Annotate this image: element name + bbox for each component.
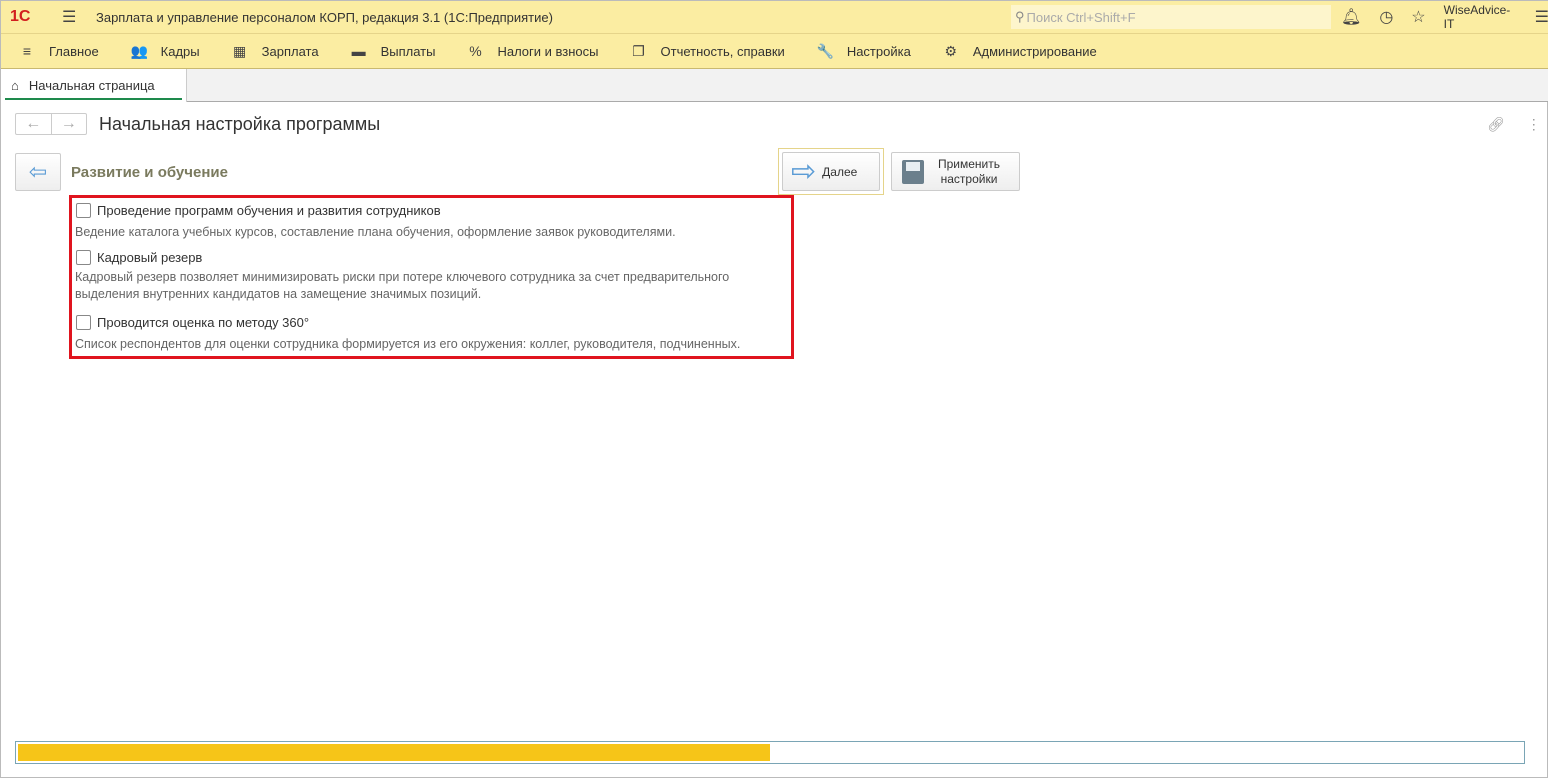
option-training[interactable]: Проведение программ обучения и развития …	[76, 203, 441, 218]
history-nav: ← →	[15, 113, 87, 135]
star-icon[interactable]: ☆	[1411, 7, 1425, 27]
users-icon: 👥	[130, 42, 149, 59]
settings-menu-icon[interactable]: ☰	[1535, 7, 1548, 27]
checkbox[interactable]	[76, 203, 91, 218]
checkbox[interactable]	[76, 315, 91, 330]
menu-item-settings[interactable]: 🔧 Настройка	[817, 43, 911, 60]
menu-item-payments[interactable]: ▬ Выплаты	[351, 43, 436, 59]
wrench-icon: 🔧	[816, 42, 835, 59]
option-personnel-reserve[interactable]: Кадровый резерв	[76, 250, 202, 265]
page-title: Начальная настройка программы	[99, 114, 381, 134]
forward-nav-button[interactable]: →	[52, 114, 87, 134]
title-bar: 1С ☰ Зарплата и управление персоналом КО…	[1, 1, 1548, 33]
next-button[interactable]: ⇨ Далее	[782, 152, 880, 191]
menu-item-admin[interactable]: ⚙ Администрирование	[943, 43, 1097, 60]
documents-icon: ❐	[632, 42, 645, 59]
menu-item-salary[interactable]: ▦ Зарплата	[232, 43, 319, 60]
setup-progress-bar	[15, 741, 1525, 764]
tab-bar: ⌂ Начальная страница	[1, 69, 1548, 102]
bell-icon[interactable]: 🔔︎	[1341, 7, 1361, 27]
user-name[interactable]: WiseAdvice-IT	[1444, 3, 1517, 31]
1c-logo: 1С	[10, 8, 31, 25]
app-title: Зарплата и управление персоналом КОРП, р…	[96, 9, 553, 25]
arrow-left-icon: ⇦	[28, 159, 48, 184]
link-icon[interactable]: 🔗︎	[1487, 116, 1505, 133]
section-title: Развитие и обучение	[71, 164, 228, 181]
gear-icon: ⚙	[944, 42, 958, 59]
search-icon: ⚲	[1015, 9, 1025, 24]
progress-fill	[18, 744, 770, 761]
wallet-icon: ▬	[351, 43, 366, 59]
option-360-evaluation[interactable]: Проводится оценка по методу 360°	[76, 315, 309, 330]
option-description: Список респондентов для оценки сотрудник…	[75, 337, 741, 351]
home-icon: ⌂	[11, 78, 19, 93]
list-icon: ≡	[22, 43, 32, 59]
percent-icon: %	[469, 43, 482, 59]
calculator-icon: ▦	[233, 42, 247, 59]
main-menu-icon[interactable]: ☰	[62, 7, 76, 27]
apply-settings-button[interactable]: Применить настройки	[891, 152, 1020, 191]
checkbox[interactable]	[76, 250, 91, 265]
section-menu: ≡ Главное 👥 Кадры ▦ Зарплата ▬ Выплаты % Нало…	[1, 33, 1548, 69]
history-icon[interactable]: ◷	[1379, 7, 1393, 27]
menu-item-taxes[interactable]: % Налоги и взносы	[467, 43, 598, 59]
menu-item-main[interactable]: ≡ Главное	[19, 43, 99, 59]
arrow-right-icon: ⇨	[791, 155, 817, 188]
more-icon[interactable]: ⋮	[1527, 116, 1541, 133]
search-input[interactable]: ⚲ Поиск Ctrl+Shift+F	[1011, 5, 1331, 29]
back-button[interactable]: ⇦	[15, 153, 61, 191]
option-description: Кадровый резерв позволяет минимизировать…	[75, 270, 730, 301]
menu-item-hr[interactable]: 👥 Кадры	[131, 43, 200, 60]
option-description: Ведение каталога учебных курсов, составл…	[75, 225, 676, 239]
next-button-focus: ⇨ Далее	[778, 148, 884, 195]
menu-item-reports[interactable]: ❐ Отчетность, справки	[631, 43, 785, 60]
back-nav-button[interactable]: ←	[16, 114, 52, 134]
save-icon	[902, 159, 924, 184]
tab-home[interactable]: ⌂ Начальная страница	[1, 69, 187, 102]
